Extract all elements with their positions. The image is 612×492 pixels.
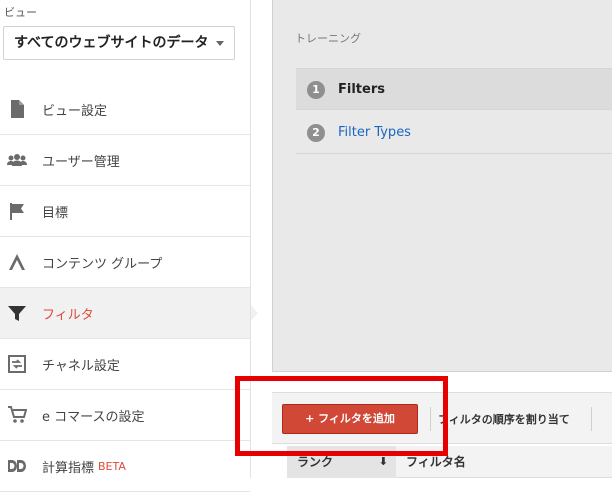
- filter-icon: [8, 306, 26, 321]
- view-label: ビュー: [4, 6, 37, 19]
- sidebar-item-label: e コマースの設定: [42, 409, 145, 425]
- filter-table-header: ランク ⬇ フィルタ名: [287, 446, 612, 478]
- sidebar-divider: [250, 0, 251, 478]
- sidebar-item-label: コンテンツ グループ: [42, 256, 163, 272]
- sidebar-nav: ビュー設定 ユーザー管理 目標 コンテンツ グループ フィルタ チャネル設定 e…: [0, 84, 258, 492]
- step-number: 1: [307, 81, 325, 99]
- sidebar-item-label: ユーザー管理: [42, 154, 120, 170]
- column-header-filter-name[interactable]: フィルタ名: [406, 446, 466, 478]
- sidebar: ビュー すべてのウェブサイトのデータ ビュー設定 ユーザー管理 目標 コンテンツ…: [0, 0, 258, 492]
- sidebar-item-label: フィルタ: [42, 307, 94, 323]
- people-icon: [7, 154, 27, 166]
- sidebar-item-label: ビュー設定: [42, 103, 108, 119]
- sidebar-item-label: チャネル設定: [42, 358, 120, 374]
- beta-badge: BETA: [98, 459, 126, 473]
- column-header-label: ランク: [297, 455, 334, 469]
- column-header-rank[interactable]: ランク ⬇: [287, 446, 396, 478]
- sidebar-item-ecommerce[interactable]: e コマースの設定: [0, 390, 250, 441]
- training-step-filter-types[interactable]: 2 Filter Types: [296, 112, 612, 154]
- chevron-down-icon: [216, 41, 224, 46]
- main-content: トレーニング 1 Filters 2 Filter Types + フィルタを追…: [272, 0, 612, 478]
- sidebar-item-label: 目標: [42, 205, 69, 221]
- toolbar-separator: [430, 407, 431, 431]
- flag-icon: [10, 203, 24, 220]
- training-panel: トレーニング 1 Filters 2 Filter Types: [272, 0, 612, 372]
- document-icon: [11, 100, 24, 118]
- sort-down-icon: ⬇: [378, 455, 388, 468]
- filter-toolbar: + フィルタを追加 フィルタの順序を割り当て: [272, 392, 612, 444]
- sidebar-item-channel-settings[interactable]: チャネル設定: [0, 339, 250, 390]
- view-select-value: すべてのウェブサイトのデータ: [14, 35, 209, 51]
- training-step-filters[interactable]: 1 Filters: [296, 68, 612, 110]
- training-label: トレーニング: [295, 32, 361, 45]
- sidebar-item-view-settings[interactable]: ビュー設定: [0, 84, 250, 135]
- sidebar-item-label: 計算指標: [42, 460, 95, 476]
- cart-icon: [8, 406, 27, 423]
- assign-filter-order-button[interactable]: フィルタの順序を割り当て: [438, 411, 570, 427]
- calculated-metrics-icon: [8, 460, 26, 472]
- toolbar-separator: [591, 407, 592, 431]
- content-group-icon: [9, 254, 25, 270]
- sidebar-item-filters[interactable]: フィルタ: [0, 288, 258, 339]
- sidebar-item-content-groups[interactable]: コンテンツ グループ: [0, 237, 250, 288]
- sidebar-item-goals[interactable]: 目標: [0, 186, 250, 237]
- step-label: Filters: [338, 81, 385, 97]
- add-filter-button[interactable]: + フィルタを追加: [282, 404, 418, 434]
- channel-icon: [8, 355, 26, 373]
- sidebar-item-user-management[interactable]: ユーザー管理: [0, 135, 250, 186]
- step-number: 2: [307, 124, 325, 142]
- sidebar-item-calculated-metrics[interactable]: 計算指標 BETA: [0, 441, 250, 492]
- view-select[interactable]: すべてのウェブサイトのデータ: [3, 26, 235, 60]
- step-label: Filter Types: [338, 125, 411, 140]
